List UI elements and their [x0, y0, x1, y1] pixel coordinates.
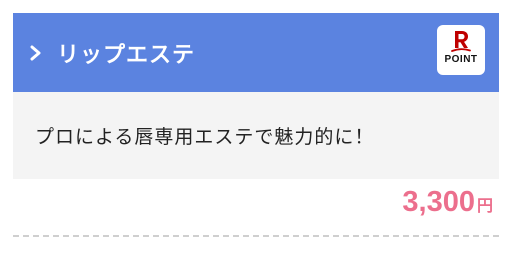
description-text: プロによる唇専用エステで魅力的に！ — [35, 126, 375, 148]
dashed-divider — [13, 235, 499, 237]
description-box: プロによる唇専用エステで魅力的に！ — [13, 92, 499, 179]
menu-header[interactable]: リップエステ POINT — [13, 13, 499, 92]
price: 3,300 円 — [402, 186, 493, 219]
chevron-right-icon — [25, 42, 47, 64]
price-amount: 3,300 — [402, 186, 475, 218]
menu-card[interactable]: リップエステ POINT プロによる唇専用エステで魅力的に！ — [13, 13, 499, 179]
rakuten-point-badge: POINT — [437, 25, 485, 75]
price-currency: 円 — [476, 196, 493, 215]
badge-label: POINT — [444, 54, 478, 65]
menu-title: リップエステ — [57, 42, 196, 68]
rakuten-r-logo — [451, 31, 471, 52]
